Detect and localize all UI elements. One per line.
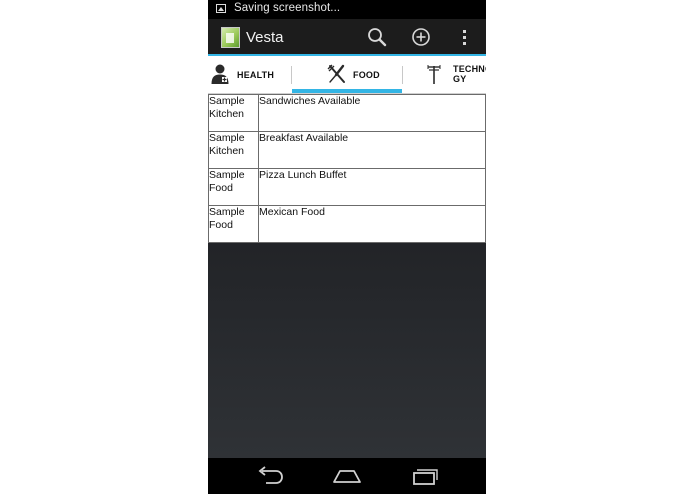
navigation-bar <box>208 458 486 494</box>
action-bar: Vesta <box>208 19 486 56</box>
home-icon <box>333 470 361 483</box>
tab-technology-label-line1: TECHNO <box>453 64 486 74</box>
search-button[interactable] <box>363 23 391 51</box>
image-notification-icon <box>216 4 226 13</box>
back-button[interactable] <box>252 464 288 488</box>
tab-technology-label-line2: GY <box>453 74 467 84</box>
listing-name-line1: Sample <box>209 206 245 218</box>
tab-health[interactable]: HEALTH <box>208 56 291 93</box>
search-icon <box>368 28 387 47</box>
antenna-icon <box>427 65 441 84</box>
tab-technology-label: TECHNOGY <box>453 64 486 84</box>
listing-description-cell: Breakfast Available <box>258 131 486 169</box>
listing-description-cell: Sandwiches Available <box>258 94 486 132</box>
listing-description-cell: Mexican Food <box>258 205 486 243</box>
listing-name-line1: Sample <box>209 132 245 144</box>
listing-name-line2: Kitchen <box>209 107 245 120</box>
overflow-menu-button[interactable] <box>451 23 479 51</box>
table-row[interactable]: Sample Food Mexican Food <box>208 205 486 243</box>
listing-name-cell: Sample Food <box>208 168 259 206</box>
tab-technology[interactable]: TECHNOGY <box>403 56 486 93</box>
person-icon <box>211 64 229 84</box>
tab-food[interactable]: FOOD <box>292 56 402 93</box>
utensils-icon <box>327 64 345 83</box>
recent-apps-button[interactable] <box>407 464 443 488</box>
tab-health-label: HEALTH <box>237 70 275 80</box>
listing-name-line2: Food <box>209 181 233 194</box>
table-row[interactable]: Sample Kitchen Breakfast Available <box>208 131 486 169</box>
add-circle-icon <box>412 28 430 46</box>
listing-name-line2: Kitchen <box>209 144 245 157</box>
listing-name-line2: Food <box>209 218 233 231</box>
app-title: Vesta <box>246 29 284 46</box>
listing-name-cell: Sample Food <box>208 205 259 243</box>
status-bar: Saving screenshot... <box>208 0 486 19</box>
tab-food-label: FOOD <box>353 70 380 80</box>
app-logo-icon[interactable] <box>221 27 240 48</box>
home-button[interactable] <box>329 464 365 488</box>
listing-table: Sample Kitchen Sandwiches Available Sampl… <box>208 94 486 243</box>
table-row[interactable]: Sample Food Pizza Lunch Buffet <box>208 168 486 206</box>
overflow-menu-icon <box>463 30 466 45</box>
listing-name-line1: Sample <box>209 169 245 181</box>
content-area: Sample Kitchen Sandwiches Available Sampl… <box>208 94 486 458</box>
recent-apps-icon <box>413 469 438 485</box>
add-button[interactable] <box>407 23 435 51</box>
back-arrow-icon <box>258 466 283 484</box>
listing-description-cell: Pizza Lunch Buffet <box>258 168 486 206</box>
listing-name-cell: Sample Kitchen <box>208 94 259 132</box>
table-row[interactable]: Sample Kitchen Sandwiches Available <box>208 94 486 132</box>
listing-name-line1: Sample <box>209 95 245 107</box>
status-notification-text: Saving screenshot... <box>234 2 341 14</box>
tab-bar: HEALTH FOOD TECHNOGY <box>208 56 486 94</box>
selected-tab-indicator <box>292 89 402 93</box>
listing-name-cell: Sample Kitchen <box>208 131 259 169</box>
phone-screen: Saving screenshot... Vesta HEALTH FOOD T… <box>208 0 486 494</box>
